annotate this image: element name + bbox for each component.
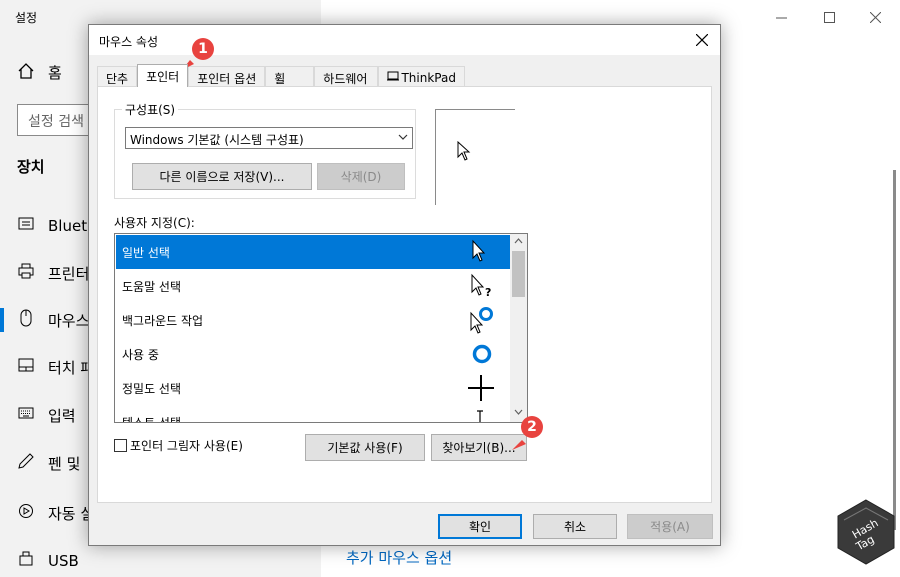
close-icon <box>695 33 709 47</box>
scheme-group: 구성표(S) Windows 기본값 (시스템 구성표) 다른 이름으로 저장(… <box>114 101 416 199</box>
maximize-icon <box>823 11 835 23</box>
thinkpad-icon <box>387 70 401 85</box>
cursor-item-help-select[interactable]: 도움말 선택 ? <box>116 269 511 303</box>
cursor-item-busy[interactable]: 사용 중 <box>116 337 511 371</box>
touchpad-icon <box>0 357 48 377</box>
cursor-item-normal-select[interactable]: 일반 선택 <box>116 235 511 269</box>
apply-button[interactable]: 적용(A) <box>627 514 713 539</box>
cursor-item-label: 정밀도 선택 <box>122 381 182 396</box>
section-title: 장치 <box>17 158 45 176</box>
minimize-button[interactable] <box>758 2 804 32</box>
printer-icon <box>0 263 48 283</box>
scheme-dropdown[interactable]: Windows 기본값 (시스템 구성표) <box>125 127 413 149</box>
cursor-item-label: 도움말 선택 <box>122 279 182 294</box>
close-icon <box>869 11 881 23</box>
mouse-properties-dialog: 마우스 속성 단추 포인터 포인터 옵션 휠 하드웨어 ThinkPad 구성표… <box>88 24 721 546</box>
cursor-item-label: 일반 선택 <box>122 245 170 260</box>
dialog-tabs: 단추 포인터 포인터 옵션 휠 하드웨어 ThinkPad <box>97 64 465 87</box>
tab-hardware[interactable]: 하드웨어 <box>314 66 379 87</box>
checkbox-box[interactable] <box>114 439 127 452</box>
cursor-list-scrollbar[interactable] <box>510 234 527 422</box>
home-label: 홈 <box>48 64 62 82</box>
tab-buttons[interactable]: 단추 <box>97 66 138 87</box>
hashtag-watermark-logo: Hash Tag <box>837 499 895 565</box>
customize-label: 사용자 지정(C): <box>114 216 195 230</box>
help-cursor-icon: ? <box>471 273 491 299</box>
cancel-button[interactable]: 취소 <box>533 514 617 539</box>
close-window-button[interactable] <box>852 2 898 32</box>
scheme-group-label: 구성표(S) <box>122 101 179 118</box>
cursor-item-label: 사용 중 <box>122 347 159 362</box>
arrow-cursor-icon <box>457 141 471 161</box>
pointer-shadow-checkbox[interactable]: 포인터 그림자 사용(E) <box>114 437 243 454</box>
cursor-preview <box>435 109 515 205</box>
busy-cursor-icon <box>472 344 492 364</box>
tab-pointers[interactable]: 포인터 <box>137 64 189 87</box>
scheme-value: Windows 기본값 (시스템 구성표) <box>130 133 304 147</box>
cursor-list[interactable]: 일반 선택 도움말 선택 ? 백그라운드 작업 사용 중 정밀도 선택 텍스트 … <box>114 233 528 423</box>
cursor-item-text-select[interactable]: 텍스트 선택 <box>116 405 511 423</box>
arrow-cursor-icon <box>472 239 486 262</box>
working-cursor-icon <box>470 307 493 334</box>
minimize-icon <box>775 17 787 18</box>
cursor-item-label: 텍스트 선택 <box>122 415 182 423</box>
cursor-item-label: 백그라운드 작업 <box>122 313 204 328</box>
annotation-marker-2: 2 <box>521 416 543 438</box>
scroll-up-arrow-icon[interactable] <box>510 234 527 251</box>
more-mouse-options-link[interactable]: 추가 마우스 옵션 <box>346 547 452 568</box>
save-as-button[interactable]: 다른 이름으로 저장(V)... <box>132 163 312 190</box>
bluetooth-icon <box>0 216 48 236</box>
keyboard-icon <box>0 406 48 424</box>
mouse-icon <box>0 309 48 331</box>
dialog-close-button[interactable] <box>692 29 712 51</box>
chevron-down-icon <box>398 130 408 147</box>
nav-label: 마우스 <box>48 311 90 330</box>
tab-wheel[interactable]: 휠 <box>265 66 315 87</box>
tab-thinkpad[interactable]: ThinkPad <box>378 66 465 87</box>
nav-home[interactable]: 홈 <box>18 62 62 83</box>
nav-label: 프린터 <box>48 264 90 283</box>
autoplay-icon <box>0 503 48 523</box>
tab-thinkpad-label: ThinkPad <box>401 71 456 85</box>
cursor-item-working-in-background[interactable]: 백그라운드 작업 <box>116 303 511 337</box>
usb-icon <box>0 551 48 571</box>
home-icon <box>18 62 48 83</box>
ok-button[interactable]: 확인 <box>438 514 522 539</box>
pointer-shadow-label: 포인터 그림자 사용(E) <box>130 439 243 453</box>
nav-label: USB <box>48 552 79 570</box>
scroll-thumb[interactable] <box>512 251 525 297</box>
svg-text:?: ? <box>485 286 491 299</box>
ibeam-cursor-icon <box>477 410 483 422</box>
pointers-tab-panel: 구성표(S) Windows 기본값 (시스템 구성표) 다른 이름으로 저장(… <box>97 86 712 503</box>
nav-label: 입력 <box>48 406 76 425</box>
pen-icon <box>0 453 48 473</box>
delete-button[interactable]: 삭제(D) <box>317 163 405 190</box>
annotation-marker-1: 1 <box>192 38 214 60</box>
crosshair-cursor-icon <box>468 375 494 401</box>
dialog-title: 마우스 속성 <box>99 35 159 49</box>
maximize-button[interactable] <box>806 2 852 32</box>
nav-label: 펜 및 <box>48 454 81 473</box>
settings-title: 설정 <box>15 11 38 25</box>
cursor-item-precision-select[interactable]: 정밀도 선택 <box>116 371 511 405</box>
settings-scrollbar[interactable] <box>893 170 896 530</box>
use-default-button[interactable]: 기본값 사용(F) <box>305 434 425 461</box>
